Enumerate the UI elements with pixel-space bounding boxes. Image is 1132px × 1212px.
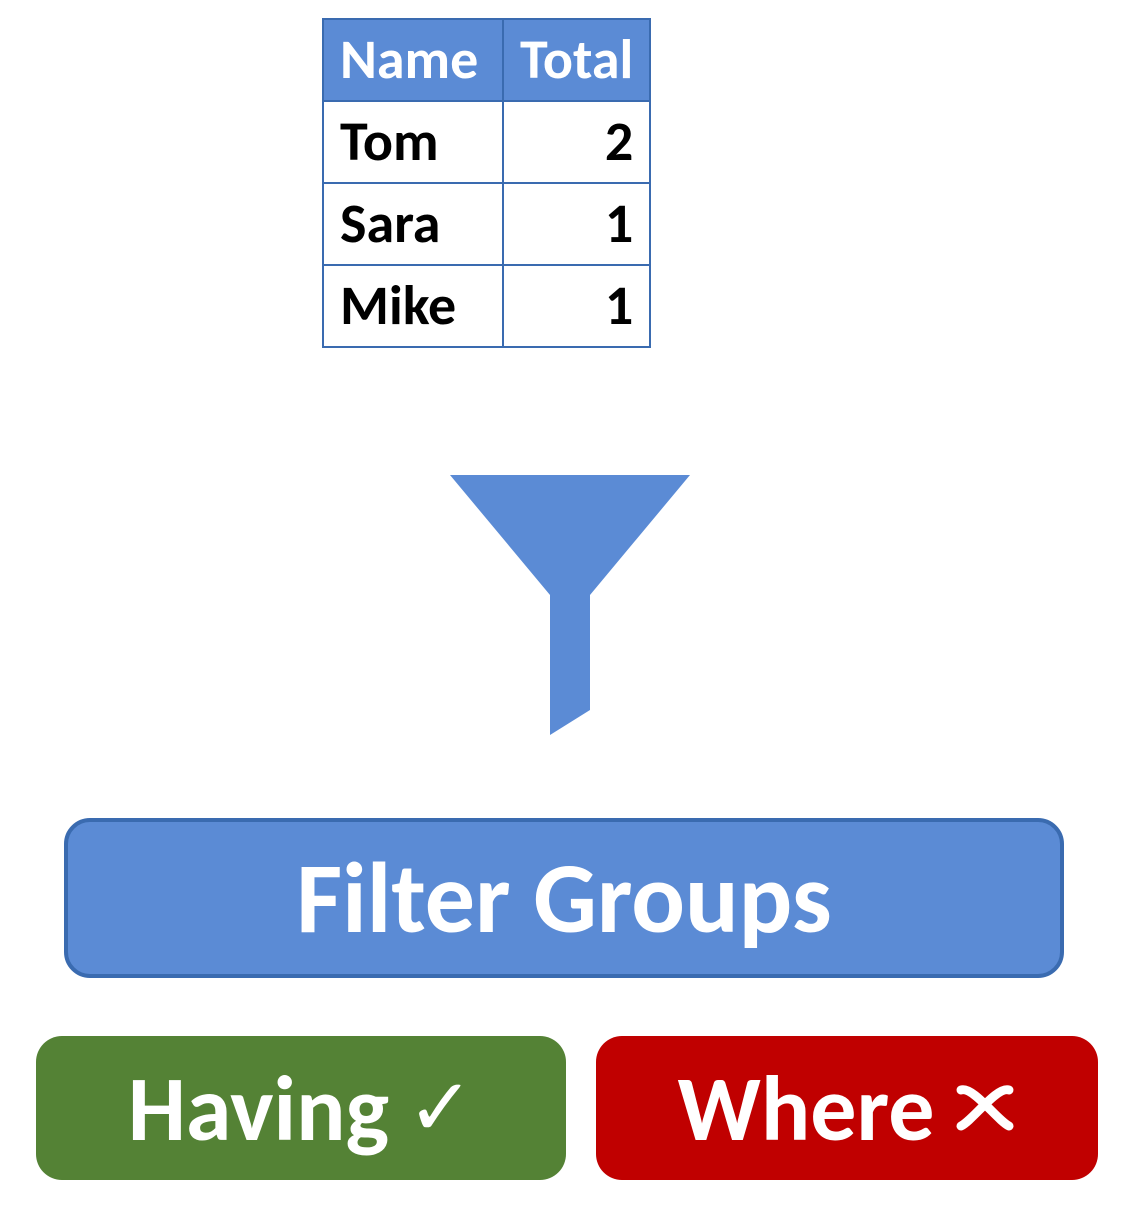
cross-icon [953,1076,1017,1140]
having-label: Having [128,1052,389,1165]
funnel-icon [450,475,690,735]
data-table: Name Total Tom 2 Sara 1 Mike 1 [322,18,651,348]
where-box: Where [596,1036,1098,1180]
filter-groups-label: Filter Groups [296,837,832,959]
result-table: Name Total Tom 2 Sara 1 Mike 1 [322,18,651,348]
cell-total: 1 [503,183,650,265]
table-row: Mike 1 [323,265,650,347]
having-box: Having ✓ [36,1036,566,1180]
header-total: Total [503,19,650,101]
cell-total: 1 [503,265,650,347]
filter-groups-box: Filter Groups [64,818,1064,978]
where-label: Where [677,1052,934,1165]
cell-total: 2 [503,101,650,183]
cell-name: Tom [323,101,503,183]
table-row: Sara 1 [323,183,650,265]
cell-name: Mike [323,265,503,347]
table-header-row: Name Total [323,19,650,101]
table-row: Tom 2 [323,101,650,183]
check-icon: ✓ [407,1060,474,1157]
cell-name: Sara [323,183,503,265]
header-name: Name [323,19,503,101]
